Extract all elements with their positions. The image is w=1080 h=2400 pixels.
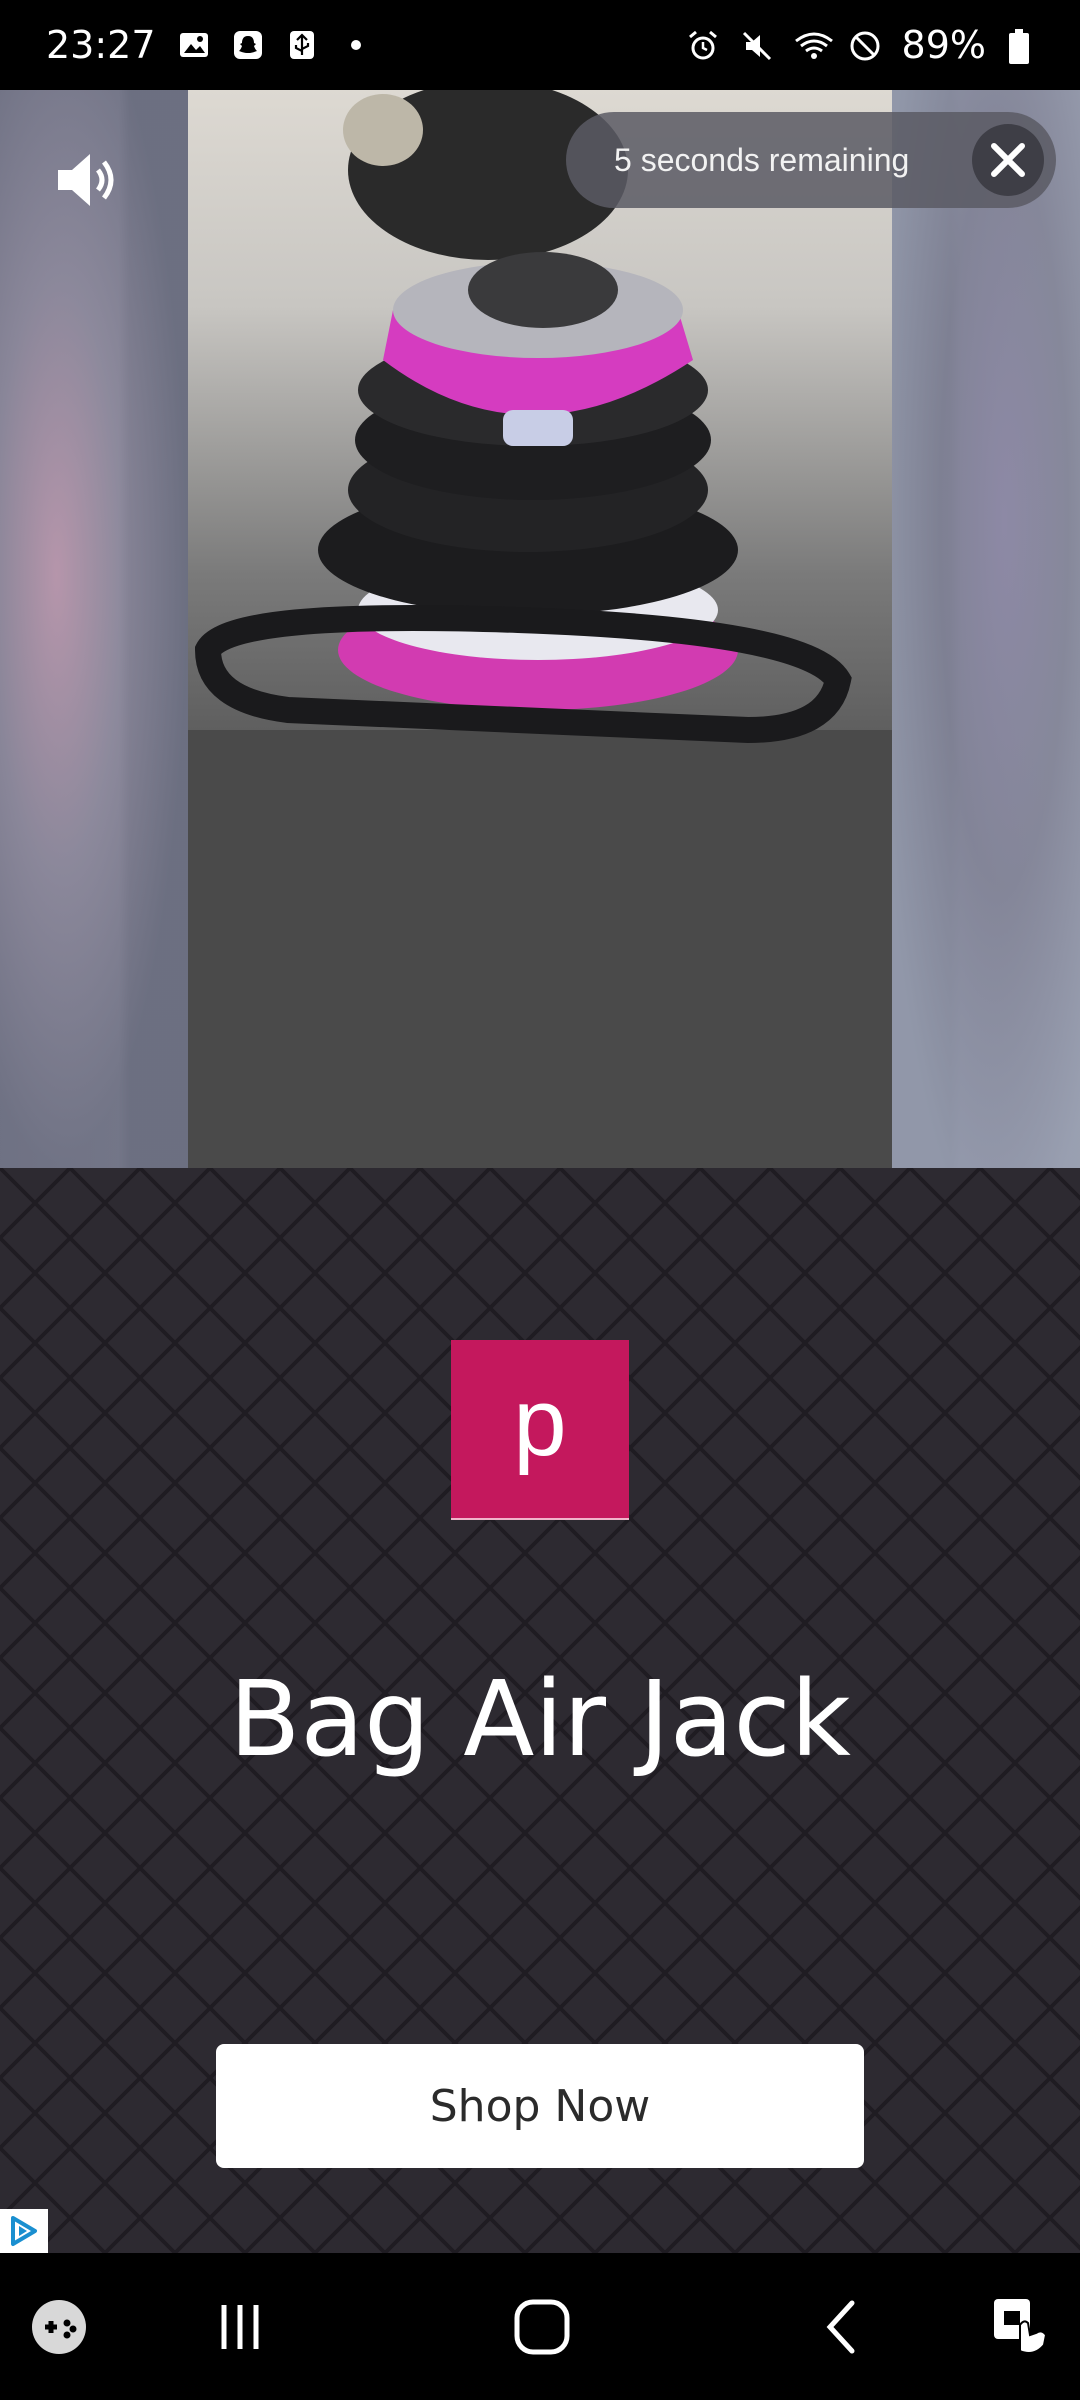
logo-letter: p <box>513 1369 567 1476</box>
adchoices-button[interactable] <box>0 2209 48 2253</box>
accessibility-icon <box>994 2299 1048 2354</box>
navigation-bar <box>0 2253 1080 2400</box>
close-icon <box>991 143 1025 177</box>
advertiser-logo[interactable]: p <box>451 1340 629 1520</box>
status-bar-left: 23:27 <box>46 23 372 67</box>
ad-headline[interactable]: Bag Air Jack <box>0 1658 1080 1780</box>
back-button[interactable] <box>806 2289 882 2365</box>
battery-percent: 89% <box>901 23 986 67</box>
timer-text: 5 seconds remaining <box>614 141 910 178</box>
ad-panel[interactable]: p Bag Air Jack Shop Now <box>0 1168 1080 2253</box>
adchoices-icon <box>11 2216 37 2246</box>
shop-now-button[interactable]: Shop Now <box>216 2044 864 2168</box>
status-bar-right: 89% <box>686 23 1040 67</box>
skip-timer: 5 seconds remaining <box>566 112 1056 208</box>
mute-icon <box>740 29 772 61</box>
usb-debug-icon <box>286 29 318 61</box>
video-blur-right <box>890 90 1080 1168</box>
home-button[interactable] <box>504 2289 580 2365</box>
dot-icon <box>340 29 372 61</box>
status-time: 23:27 <box>46 23 156 67</box>
video-frame <box>188 90 892 1168</box>
back-icon <box>826 2300 855 2354</box>
video-product-image <box>188 90 892 1168</box>
video-blur-left <box>0 90 188 1168</box>
volume-icon <box>58 154 114 206</box>
do-not-disturb-icon <box>848 29 880 61</box>
game-tools-button[interactable] <box>21 2289 97 2365</box>
alarm-icon <box>686 29 718 61</box>
accessibility-button[interactable] <box>984 2289 1060 2365</box>
ad-video[interactable]: 5 seconds remaining <box>0 90 1080 1168</box>
battery-icon <box>1008 29 1040 64</box>
image-icon <box>178 29 210 61</box>
status-bar: 23:27 89% <box>0 0 1080 90</box>
volume-button[interactable] <box>54 148 124 212</box>
close-ad-button[interactable] <box>972 124 1044 196</box>
recent-apps-button[interactable] <box>202 2289 278 2365</box>
recent-apps-icon <box>221 2305 259 2349</box>
wifi-icon <box>794 29 833 61</box>
game-tools-icon <box>32 2300 86 2354</box>
snapchat-icon <box>232 29 264 61</box>
home-icon <box>514 2299 570 2355</box>
